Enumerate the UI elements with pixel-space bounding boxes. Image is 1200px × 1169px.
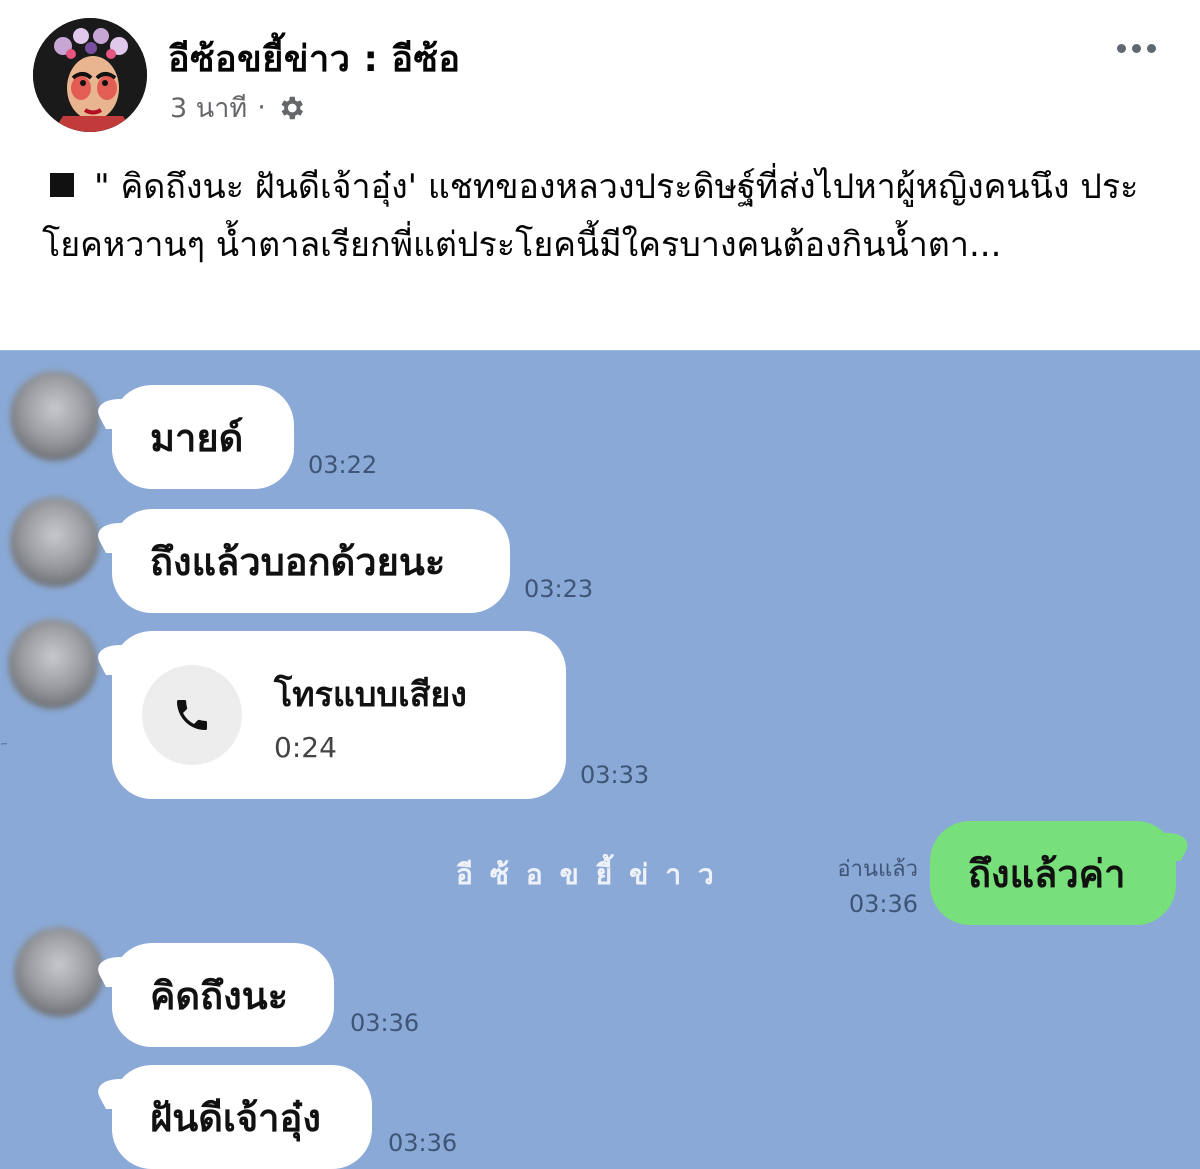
meta-separator: · [257,92,266,123]
call-info: โทรแบบเสียง 0:24 [274,667,467,764]
more-dot [1131,43,1141,53]
message-time: 03:36 [350,1009,420,1037]
message-time: 03:33 [580,761,650,789]
sender-avatar-blurred [10,497,100,587]
post-meta: 3 นาที · [170,86,306,129]
message-bubble: ถึงแล้วบอกด้วยนะ [112,509,510,613]
post-header: อีซ้อขยี้ข่าว : อีซ้อ 3 นาที · [0,0,1200,140]
voice-call-bubble[interactable]: โทรแบบเสียง 0:24 [112,631,566,799]
message-time: 03:23 [524,575,594,603]
phone-icon [142,665,242,765]
sender-avatar-blurred [14,927,104,1017]
outgoing-message-bubble: ถึงแล้วค่า [930,821,1176,925]
message-text: ฝันดีเจ้าอุ๋ง [150,1095,321,1140]
message-text: ถึงแล้วค่า [968,851,1126,896]
post-caption: " คิดถึงนะ ฝันดีเจ้าอุ๋ง' แชทของหลวงประด… [42,158,1162,274]
message-time: 03:22 [308,451,378,479]
more-dot [1146,43,1156,53]
stray-mark: ~ [0,738,10,751]
watermark-text: อีซ้อขยี้ข่าว [456,858,731,891]
message-bubble: ฝันดีเจ้าอุ๋ง [112,1065,372,1169]
more-options-button[interactable] [1110,36,1162,60]
author-avatar[interactable] [33,18,147,132]
sender-avatar-blurred [10,371,100,461]
message-time: 03:36 [388,1129,458,1157]
sender-avatar-blurred [8,619,98,709]
message-bubble: คิดถึงนะ [112,943,334,1047]
caption-text: " คิดถึงนะ ฝันดีเจ้าอุ๋ง' แชทของหลวงประด… [42,167,1139,265]
message-bubble: มายด์ [112,385,294,489]
more-dot [1116,43,1126,53]
call-duration: 0:24 [274,730,337,764]
post-time[interactable]: 3 นาที [170,86,247,129]
call-title: โทรแบบเสียง [274,674,467,715]
message-text: มายด์ [150,415,244,460]
author-name[interactable]: อีซ้อขยี้ข่าว : อีซ้อ [168,30,461,87]
message-time: 03:36 [848,890,918,918]
read-receipt: อ่านแล้ว 03:36 [837,851,918,918]
read-label: อ่านแล้ว [837,857,918,882]
chat-screenshot[interactable]: ~ มายด์ 03:22 ถึงแล้วบอกด้วยนะ 03:23 โทร… [0,350,1200,1169]
gear-icon[interactable] [276,93,306,123]
message-text: ถึงแล้วบอกด้วยนะ [150,539,446,584]
message-text: คิดถึงนะ [150,973,289,1018]
black-square-icon [50,172,74,197]
